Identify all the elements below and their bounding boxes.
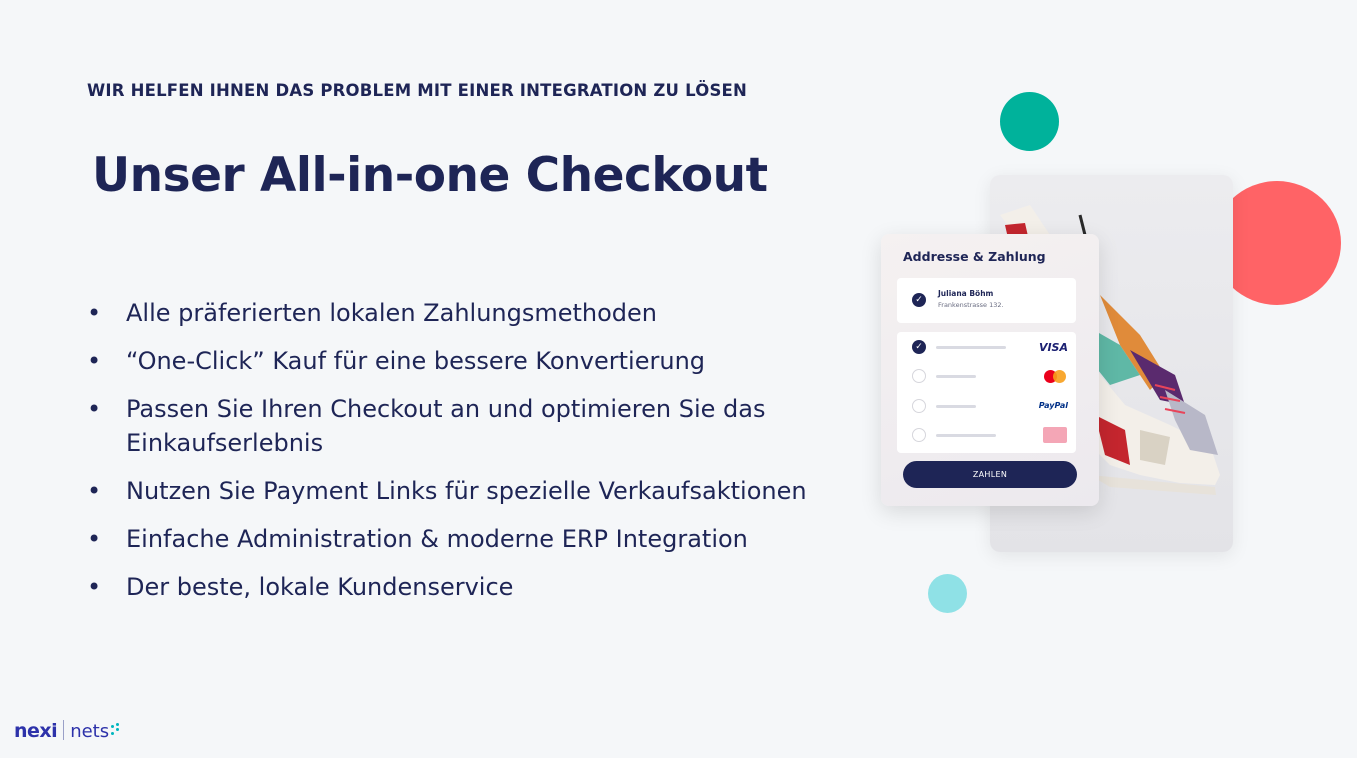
feature-item: • Einfache Administration & moderne ERP I… xyxy=(87,522,857,556)
klarna-logo-icon xyxy=(1043,427,1067,443)
feature-list: • Alle präferierten lokalen Zahlungsmetho… xyxy=(87,296,857,618)
feature-item: • Der beste, lokale Kundenservice xyxy=(87,570,857,604)
feature-text: Nutzen Sie Payment Links für spezielle V… xyxy=(126,477,807,505)
bullet-icon: • xyxy=(87,299,102,327)
logo-divider xyxy=(63,720,65,740)
feature-item: • “One-Click” Kauf für eine bessere Konve… xyxy=(87,344,857,378)
logo-nets: nets xyxy=(70,721,110,742)
feature-text: “One-Click” Kauf für eine bessere Konver… xyxy=(126,347,706,375)
feature-item: • Passen Sie Ihren Checkout an und optimi… xyxy=(87,392,857,460)
bullet-icon: • xyxy=(87,395,102,423)
address-name: Juliana Böhm xyxy=(938,289,994,298)
payment-method-list: ✓ VISA PayPal xyxy=(897,332,1076,453)
payment-option-klarna[interactable] xyxy=(897,424,1076,446)
checkout-card-title: Addresse & Zahlung xyxy=(903,249,1046,264)
feature-item: • Nutzen Sie Payment Links für spezielle … xyxy=(87,474,857,508)
paypal-logo-icon: PayPal xyxy=(1038,401,1068,410)
radio-icon xyxy=(912,369,926,383)
bullet-icon: • xyxy=(87,525,102,553)
payment-option-mastercard[interactable] xyxy=(897,365,1076,387)
feature-text: Der beste, lokale Kundenservice xyxy=(126,573,514,601)
feature-text: Passen Sie Ihren Checkout an und optimie… xyxy=(126,395,766,457)
bullet-icon: • xyxy=(87,477,102,505)
mastercard-logo-icon xyxy=(1044,370,1066,383)
logo-nexi: nexi xyxy=(14,720,58,742)
address-street: Frankenstrasse 132. xyxy=(938,301,1004,309)
slide-eyebrow: WIR HELFEN IHNEN DAS PROBLEM MIT EINER I… xyxy=(87,81,748,100)
feature-item: • Alle präferierten lokalen Zahlungsmetho… xyxy=(87,296,857,330)
feature-text: Alle präferierten lokalen Zahlungsmethod… xyxy=(126,299,658,327)
logo-dots-icon xyxy=(111,723,121,737)
address-option[interactable]: ✓ Juliana Böhm Frankenstrasse 132. xyxy=(897,278,1076,323)
radio-icon xyxy=(912,399,926,413)
bullet-icon: • xyxy=(87,347,102,375)
placeholder-line xyxy=(936,434,996,437)
checkmark-icon: ✓ xyxy=(912,340,926,354)
placeholder-line xyxy=(936,346,1006,349)
checkmark-icon: ✓ xyxy=(912,293,926,307)
slide-title: Unser All-in-one Checkout xyxy=(92,148,768,203)
decor-circle-green xyxy=(1000,92,1059,151)
pay-button[interactable]: ZAHLEN xyxy=(903,461,1077,488)
feature-text: Einfache Administration & moderne ERP In… xyxy=(126,525,748,553)
placeholder-line xyxy=(936,375,976,378)
payment-option-visa[interactable]: ✓ VISA xyxy=(897,336,1076,358)
radio-icon xyxy=(912,428,926,442)
placeholder-line xyxy=(936,405,976,408)
bullet-icon: • xyxy=(87,573,102,601)
checkout-card: Addresse & Zahlung ✓ Juliana Böhm Franke… xyxy=(881,234,1099,506)
payment-option-paypal[interactable]: PayPal xyxy=(897,395,1076,417)
visa-logo-icon: VISA xyxy=(1038,341,1068,354)
decor-circle-teal xyxy=(928,574,967,613)
nexi-nets-logo: nexi nets xyxy=(14,720,121,744)
